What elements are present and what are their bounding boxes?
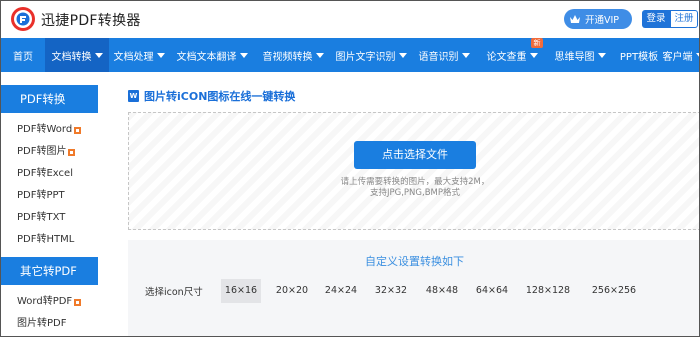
caret-down-icon <box>239 52 248 58</box>
caret-down-icon <box>156 52 165 58</box>
sidebar-section-pdf-convert[interactable]: PDF转换 <box>1 85 98 113</box>
nav-item-label: 论文查重 <box>486 51 527 63</box>
vip-label: 开通VIP <box>585 15 620 26</box>
nav-item-label: 首页 <box>13 51 33 63</box>
main-nav: 首页 文档转换 文档处理 文档文本翻译 音视频转换 图片文字识别 语音识别 论文查重新思维导图… <box>1 38 699 72</box>
new-badge: 新 <box>531 38 543 48</box>
sidebar-item-label: PDF转Excel <box>17 168 73 179</box>
top-header: 迅捷PDF转换器 开通VIP 登录 注册 <box>1 1 699 38</box>
main-content: W 图片转iCON图标在线一键转换 点击选择文件 请上传需要转换的图片，最大支持… <box>114 85 699 336</box>
nav-item-label: 音视频转换 <box>262 51 313 63</box>
sidebar-section-other-to-pdf[interactable]: 其它转PDF <box>1 257 98 285</box>
nav-item-3[interactable]: 文档文本翻译 <box>169 38 255 72</box>
sidebar-item-label: 图片转PDF <box>17 318 67 329</box>
page-title-row: W 图片转iCON图标在线一键转换 <box>128 88 295 104</box>
caret-down-icon <box>398 52 407 58</box>
word-doc-icon: W <box>128 90 139 102</box>
sidebar-item-label: PDF转PPT <box>17 190 65 201</box>
sidebar: PDF转换 PDF转Word PDF转图片 PDF转Excel PDF转PPT PDF转… <box>1 85 98 336</box>
nav-item-label: 客户端 <box>662 51 693 63</box>
sidebar-item-label: PDF转HTML <box>17 234 75 245</box>
nav-item-label: 图片文字识别 <box>335 51 396 63</box>
nav-item-2[interactable]: 文档处理 <box>109 38 169 72</box>
caret-down-icon <box>315 52 324 58</box>
sidebar-item[interactable]: PDF转Word <box>1 119 98 141</box>
nav-item-6[interactable]: 语音识别 <box>411 38 477 72</box>
nav-item-label: 文档处理 <box>113 51 154 63</box>
nav-item-label: 语音识别 <box>418 51 459 63</box>
page-frame: 迅捷PDF转换器 开通VIP 登录 注册 首页 文档转换 文档处理 文档文本翻译 音视频… <box>0 0 700 337</box>
hot-icon <box>74 298 82 306</box>
caret-down-icon <box>94 52 103 58</box>
icon-size-option[interactable]: 32×32 <box>369 279 413 303</box>
upload-hint: 请上传需要转换的图片，最大支持2M， 支持JPG,PNG,BMP格式 <box>279 177 551 199</box>
nav-item-0[interactable]: 首页 <box>1 38 45 72</box>
select-file-button[interactable]: 点击选择文件 <box>354 141 476 169</box>
caret-down-icon <box>695 52 699 58</box>
nav-item-8[interactable]: 思维导图 <box>547 38 613 72</box>
sidebar-item-label: Word转PDF <box>17 296 73 307</box>
icon-size-option[interactable]: 128×128 <box>522 279 574 303</box>
nav-item-4[interactable]: 音视频转换 <box>255 38 331 72</box>
sidebar-item[interactable]: PDF转TXT <box>1 207 98 229</box>
upload-hint-line1: 请上传需要转换的图片，最大支持2M， <box>340 177 490 187</box>
caret-down-icon <box>597 52 606 58</box>
settings-panel: 自定义设置转换如下 选择icon尺寸 16×16 20×20 24×24 32×32 4… <box>128 240 699 336</box>
brand-name[interactable]: 迅捷PDF转换器 <box>41 10 141 30</box>
hot-icon <box>68 148 76 156</box>
caret-down-icon <box>461 52 470 58</box>
nav-item-10[interactable]: 客户端 <box>662 38 699 72</box>
icon-size-option[interactable]: 64×64 <box>470 279 514 303</box>
crown-icon <box>570 15 580 23</box>
icon-size-option[interactable]: 48×48 <box>420 279 464 303</box>
icon-size-selector: 选择icon尺寸 16×16 20×20 24×24 32×32 48×48 64×64 1… <box>128 279 699 303</box>
page-title: 图片转iCON图标在线一键转换 <box>144 90 296 103</box>
sidebar-item[interactable]: PDF转图片 <box>1 141 98 163</box>
settings-title: 自定义设置转换如下 <box>365 255 464 268</box>
register-button[interactable]: 注册 <box>670 10 698 28</box>
sidebar-item-label: PDF转图片 <box>17 146 67 157</box>
hot-icon <box>74 126 82 134</box>
nav-item-7[interactable]: 论文查重新 <box>477 38 547 72</box>
nav-item-label: 文档文本翻译 <box>176 51 237 63</box>
icon-size-option[interactable]: 20×20 <box>270 279 314 303</box>
nav-item-1[interactable]: 文档转换 <box>45 38 109 72</box>
sidebar-list-pdf-convert: PDF转Word PDF转图片 PDF转Excel PDF转PPT PDF转TXT PDF… <box>1 113 98 257</box>
sidebar-item[interactable]: 图片转PDF <box>1 313 98 335</box>
sidebar-item[interactable]: PDF转PPT <box>1 185 98 207</box>
caret-down-icon <box>529 52 538 58</box>
sidebar-item-label: PDF转Word <box>17 124 73 135</box>
nav-item-label: 思维导图 <box>554 51 595 63</box>
icon-size-option[interactable]: 24×24 <box>319 279 363 303</box>
login-button[interactable]: 登录 <box>642 10 670 28</box>
vip-button[interactable]: 开通VIP <box>564 9 632 29</box>
nav-item-9[interactable]: PPT模板 <box>613 38 665 72</box>
sidebar-item[interactable]: PDF转Excel <box>1 163 98 185</box>
sidebar-list-other-to-pdf: Word转PDF 图片转PDF <box>1 285 98 336</box>
upload-dropzone[interactable]: 点击选择文件 请上传需要转换的图片，最大支持2M， 支持JPG,PNG,BMP格… <box>128 112 699 230</box>
logo-icon[interactable] <box>9 5 37 33</box>
nav-item-label: PPT模板 <box>619 51 659 63</box>
icon-size-option[interactable]: 256×256 <box>586 279 642 303</box>
icon-size-label: 选择icon尺寸 <box>145 287 203 298</box>
upload-hint-line2: 支持JPG,PNG,BMP格式 <box>370 188 460 198</box>
sidebar-item[interactable]: PDF转HTML <box>1 229 98 251</box>
sidebar-item-label: PDF转TXT <box>17 212 66 223</box>
nav-item-5[interactable]: 图片文字识别 <box>331 38 411 72</box>
icon-size-option[interactable]: 16×16 <box>221 279 261 303</box>
nav-item-label: 文档转换 <box>51 51 92 63</box>
sidebar-item[interactable]: Word转PDF <box>1 291 98 313</box>
